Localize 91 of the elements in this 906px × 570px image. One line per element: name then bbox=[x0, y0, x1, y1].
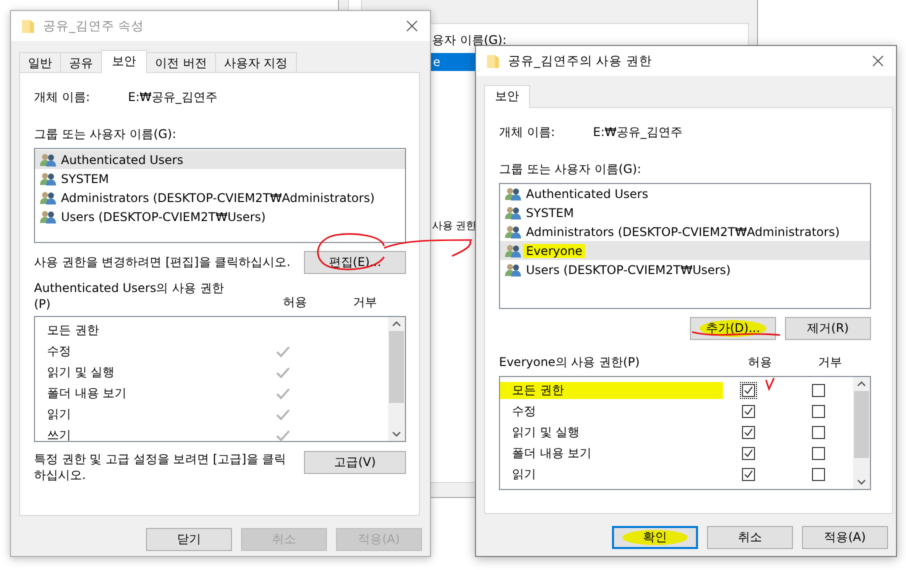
checkbox[interactable] bbox=[812, 384, 824, 397]
permission-name: 쓰기 bbox=[46, 427, 72, 444]
scroll-up-icon[interactable] bbox=[857, 381, 866, 387]
users-icon bbox=[505, 206, 521, 220]
scroll-up-icon[interactable] bbox=[392, 321, 401, 327]
folder-icon bbox=[21, 18, 35, 34]
permission-name: 수정 bbox=[46, 343, 72, 360]
column-header: 허용 bbox=[747, 354, 773, 371]
check-icon bbox=[742, 427, 754, 438]
list-button[interactable]: 제거(R) bbox=[785, 317, 871, 340]
scrollbar[interactable] bbox=[853, 377, 870, 489]
hint-text: 특정 권한 및 고급 설정을 보려면 [고급]을 클릭 하십시오. bbox=[34, 451, 288, 483]
column-header: 거부 bbox=[817, 354, 843, 371]
field-label: 그룹 또는 사용자 이름(G): bbox=[499, 161, 642, 178]
users-icon bbox=[40, 152, 56, 166]
users-icon bbox=[505, 244, 521, 258]
tab[interactable]: 공유 bbox=[60, 52, 102, 72]
list-item[interactable]: SYSTEM bbox=[35, 169, 405, 188]
column-header: 거부 bbox=[352, 294, 378, 311]
checkbox[interactable] bbox=[812, 468, 824, 481]
check-icon bbox=[742, 469, 754, 480]
users-icon bbox=[505, 186, 521, 200]
dialog-button[interactable]: 적용(A) bbox=[802, 526, 888, 549]
users-icon bbox=[505, 262, 521, 276]
permission-name: 모든 권한 bbox=[46, 322, 100, 339]
object-name: E:₩공유_김연주 bbox=[128, 89, 218, 106]
field-label: 용자 이름(G): bbox=[432, 32, 507, 49]
tick-annotation bbox=[765, 378, 775, 392]
scroll-down-icon[interactable] bbox=[857, 479, 866, 485]
list-item[interactable]: SYSTEM bbox=[500, 203, 870, 222]
permission-name: 읽기 및 실행 bbox=[46, 364, 116, 381]
dialog-button[interactable]: 닫기 bbox=[146, 528, 232, 551]
tab[interactable]: 보안 bbox=[484, 85, 530, 108]
field-label: 개체 이름: bbox=[499, 124, 556, 141]
list-item[interactable]: Authenticated Users bbox=[35, 150, 405, 169]
scroll-thumb[interactable] bbox=[854, 391, 869, 458]
window-title: 공유_김연주 속성 bbox=[43, 18, 146, 34]
checkbox[interactable] bbox=[740, 445, 756, 462]
permission-name: 수정 bbox=[511, 403, 537, 420]
tab[interactable]: 이전 버전 bbox=[146, 52, 216, 72]
scrollbar[interactable] bbox=[388, 317, 405, 441]
field-label: Authenticated Users의 사용 권한 bbox=[34, 280, 225, 297]
checkbox[interactable] bbox=[740, 403, 756, 420]
list-item[interactable]: Users (DESKTOP-CVIEM2T₩Users) bbox=[35, 207, 405, 226]
users-icon bbox=[40, 210, 56, 224]
check-icon bbox=[742, 406, 754, 417]
dialog-button[interactable]: 취소 bbox=[707, 526, 793, 549]
checkbox[interactable] bbox=[812, 426, 824, 439]
tab[interactable]: 사용자 지정 bbox=[214, 52, 297, 72]
list-item[interactable]: Everyone bbox=[500, 241, 870, 260]
close-icon[interactable] bbox=[872, 55, 884, 67]
close-icon[interactable] bbox=[406, 20, 418, 32]
dialog-button[interactable]: 확인 bbox=[612, 526, 698, 549]
check-icon bbox=[742, 385, 754, 396]
field-label: 그룹 또는 사용자 이름(G): bbox=[34, 126, 178, 143]
users-icon bbox=[505, 224, 521, 238]
checkbox[interactable] bbox=[812, 447, 824, 460]
permission-name: 읽기 및 실행 bbox=[511, 424, 581, 441]
field-label: Everyone의 사용 권한(P) bbox=[499, 354, 641, 371]
edit-button[interactable]: 편집(E)... bbox=[304, 251, 406, 274]
field-label: (P) bbox=[34, 297, 52, 311]
hint-text: 사용 권한을 변경하려면 [편집]을 클릭하십시오. bbox=[34, 254, 290, 271]
list-item[interactable]: Authenticated Users bbox=[500, 184, 870, 203]
permission-name: 읽기 bbox=[511, 466, 537, 483]
object-name: E:₩공유_김연주 bbox=[593, 124, 682, 141]
checkbox[interactable] bbox=[812, 405, 824, 418]
users-icon bbox=[40, 190, 56, 204]
checkbox[interactable] bbox=[740, 382, 756, 399]
tab[interactable]: 일반 bbox=[19, 52, 61, 72]
scroll-thumb[interactable] bbox=[389, 331, 404, 403]
permission-name: 폴더 내용 보기 bbox=[46, 385, 128, 402]
permission-name: 읽기 bbox=[46, 406, 72, 423]
list-item[interactable]: Administrators (DESKTOP-CVIEM2T₩Administrators) bbox=[35, 188, 405, 207]
field-label: 사용 권한 bbox=[432, 219, 476, 233]
field-label: 개체 이름: bbox=[34, 89, 91, 106]
list-item[interactable]: Users (DESKTOP-CVIEM2T₩Users) bbox=[500, 260, 870, 279]
checkbox[interactable] bbox=[740, 466, 756, 483]
folder-icon bbox=[486, 53, 500, 69]
list-button[interactable]: 추가(D)... bbox=[690, 317, 776, 340]
column-header: 허용 bbox=[282, 294, 308, 311]
users-icon bbox=[40, 172, 56, 186]
checkbox[interactable] bbox=[740, 424, 756, 441]
circle-annotation bbox=[317, 233, 385, 270]
list-item[interactable]: Administrators (DESKTOP-CVIEM2T₩Administrators) bbox=[500, 222, 870, 241]
permission-name: 폴더 내용 보기 bbox=[511, 445, 593, 462]
window-title: 공유_김연주의 사용 권한 bbox=[508, 52, 654, 70]
advanced-button[interactable]: 고급(V) bbox=[304, 451, 406, 474]
permission-name: 모든 권한 bbox=[500, 382, 723, 399]
tab[interactable]: 보안 bbox=[101, 50, 147, 73]
scroll-down-icon[interactable] bbox=[392, 431, 401, 437]
check-icon bbox=[742, 448, 754, 459]
